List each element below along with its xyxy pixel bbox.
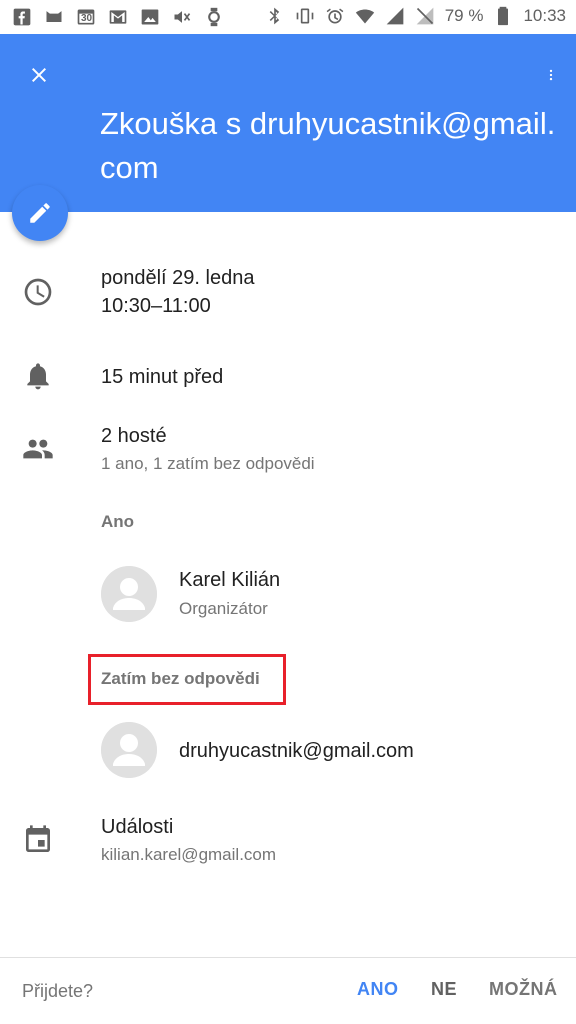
watch-icon xyxy=(204,7,224,27)
event-time-range: 10:30–11:00 xyxy=(101,295,211,317)
people-icon xyxy=(22,433,54,465)
close-icon xyxy=(32,68,46,82)
guest-name: Karel Kilián xyxy=(179,569,281,591)
guest-name: druhyucastnik@gmail.com xyxy=(179,740,414,762)
alarm-icon xyxy=(325,6,345,26)
rsvp-yes-button[interactable]: ANO xyxy=(357,979,399,1000)
bluetooth-icon xyxy=(265,6,285,26)
signal-icon xyxy=(385,6,405,26)
clock-icon xyxy=(22,276,54,308)
mute-icon xyxy=(172,7,192,27)
calendar-icon xyxy=(22,824,54,856)
person-placeholder-icon xyxy=(101,566,157,622)
rsvp-maybe-button[interactable]: MOŽNÁ xyxy=(489,979,558,1000)
guests-summary: 1 ano, 1 zatím bez odpovědi xyxy=(101,454,315,473)
avatar xyxy=(101,722,157,778)
notification-bell-icon xyxy=(22,360,54,392)
event-date: pondělí 29. ledna xyxy=(101,267,255,289)
more-vert-icon xyxy=(549,69,553,81)
no-sim-icon xyxy=(415,6,435,26)
rsvp-no-button[interactable]: NE xyxy=(431,979,457,1000)
rsvp-question: Přijdete? xyxy=(22,981,94,1001)
person-placeholder-icon xyxy=(101,722,157,778)
close-button[interactable] xyxy=(20,56,58,94)
guests-yes-heading: Ano xyxy=(101,512,135,531)
event-header: Zkouška s druhyucastnik@gmail.com xyxy=(0,34,576,212)
vibrate-icon xyxy=(295,6,315,26)
edit-event-button[interactable] xyxy=(12,185,68,241)
guests-count: 2 hosté xyxy=(101,425,167,447)
calendar-notification-icon: 30 xyxy=(76,7,96,27)
calendar-name: Události xyxy=(101,816,174,838)
calendar-day-number: 30 xyxy=(81,13,93,24)
guest-role: Organizátor xyxy=(179,599,268,618)
cat-app-icon xyxy=(44,7,64,27)
status-bar: 30 79 % 10:33 xyxy=(0,0,576,34)
event-reminder[interactable]: 15 minut před xyxy=(101,363,223,391)
more-options-button[interactable] xyxy=(544,56,558,94)
guests-pending-heading: Zatím bez odpovědi xyxy=(101,669,260,688)
battery-icon xyxy=(493,6,513,26)
gmail-icon xyxy=(108,7,128,27)
clock: 10:33 xyxy=(523,6,566,25)
wifi-icon xyxy=(355,6,375,26)
calendar-owner: kilian.karel@gmail.com xyxy=(101,845,277,864)
image-icon xyxy=(140,7,160,27)
avatar xyxy=(101,566,157,622)
edit-pencil-icon xyxy=(30,203,50,223)
facebook-icon xyxy=(12,7,32,27)
battery-level: 79 % xyxy=(444,6,484,25)
divider xyxy=(0,957,576,958)
event-title: Zkouška s druhyucastnik@gmail.com xyxy=(100,106,556,185)
